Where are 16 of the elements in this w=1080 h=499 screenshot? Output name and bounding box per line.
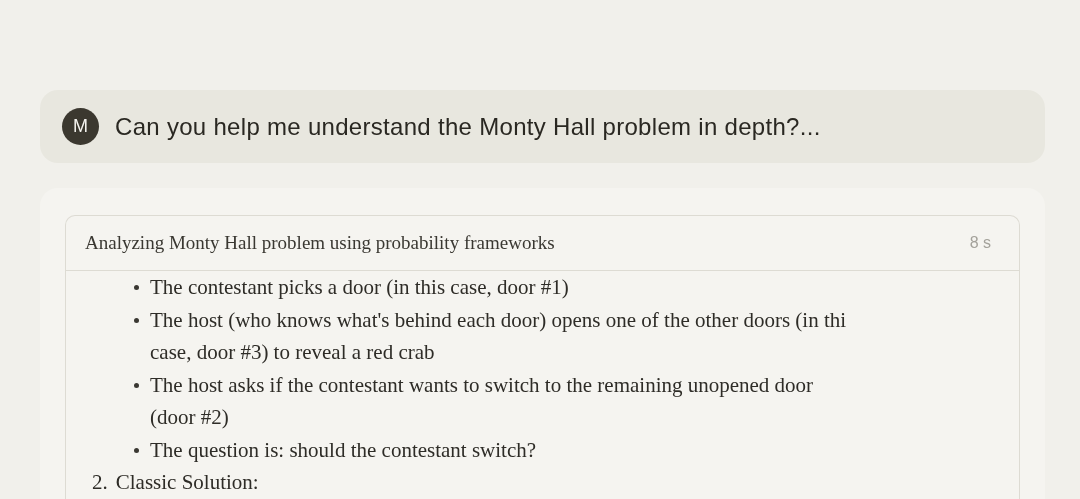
user-avatar: M [62,108,99,145]
bullet-text-line: (door #2) [150,404,230,431]
bullet-dot [134,285,139,290]
list-number: 2. [92,469,108,496]
bullet-text-line: case, door #3) to reveal a red crab [150,339,436,366]
bullet-dot [134,317,139,323]
thinking-duration: 8 s [969,234,991,252]
bullet-text-line: The contestant picks a door (in this case, door #1) [150,274,569,301]
numbered-item-text: Classic Solution: [115,469,259,496]
bullet-text-line: The host asks if the contestant wants to switch to the remaining unopened door [150,371,814,399]
thinking-title[interactable]: Analyzing Monty Hall problem using probability frameworks [85,232,555,254]
bullet-text-line: The host (who knows what's behind each door) opens one of the other doors (in thi [150,306,847,334]
bullet-text-line: The question is: should the contestant switch? [150,436,537,464]
user-message-text: Can you help me understand the Monty Hall problem in depth?... [115,112,821,141]
bullet-dot [134,447,139,453]
bullet-dot [134,382,139,388]
